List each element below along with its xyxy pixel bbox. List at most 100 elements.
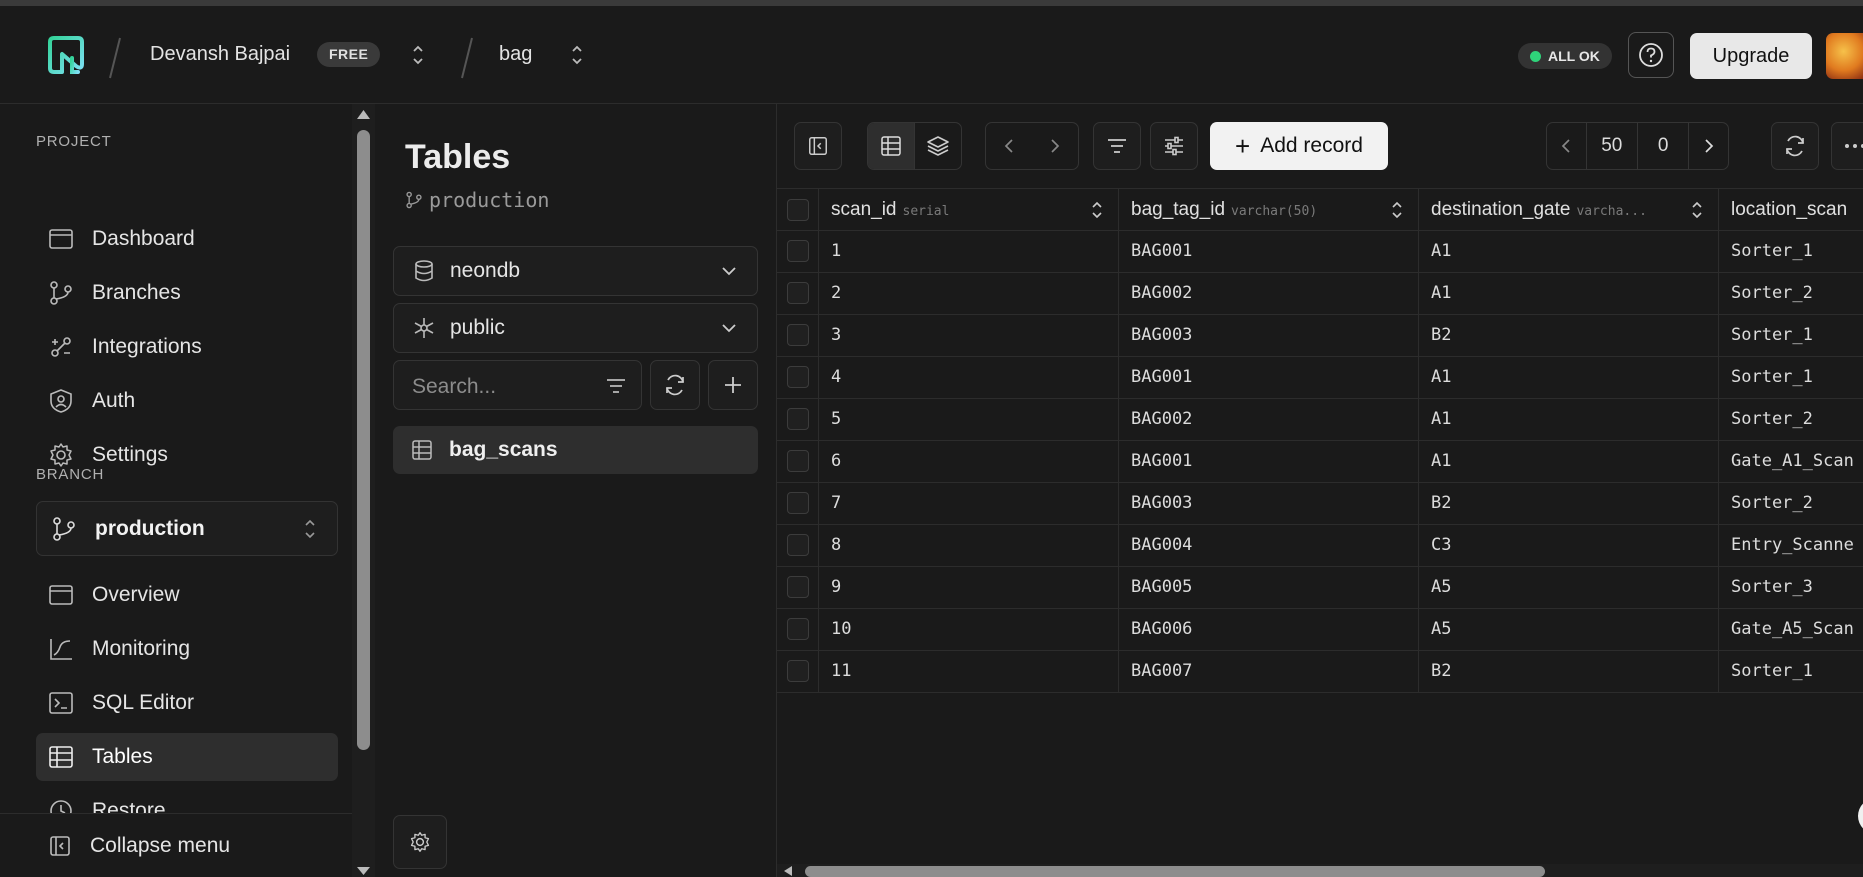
table-cell-scan-id[interactable]: 8: [819, 524, 1119, 566]
back-button[interactable]: [986, 123, 1032, 169]
table-row[interactable]: 4 BAG001 A1 Sorter_1: [777, 356, 1863, 399]
avatar[interactable]: [1826, 33, 1863, 79]
row-checkbox[interactable]: [786, 492, 809, 514]
table-cell-location-scan[interactable]: Gate_A1_Scan: [1719, 440, 1863, 482]
table-cell-location-scan[interactable]: Gate_A5_Scan: [1719, 608, 1863, 650]
sidebar-scrollbar[interactable]: [352, 104, 375, 877]
scroll-up-arrow-icon[interactable]: [356, 108, 371, 120]
filter-button[interactable]: [1093, 122, 1141, 170]
grid-view-button[interactable]: [868, 123, 914, 169]
sort-icon[interactable]: [1390, 201, 1404, 219]
table-cell-destination-gate[interactable]: B2: [1419, 482, 1719, 524]
table-cell-location-scan[interactable]: Sorter_2: [1719, 398, 1863, 440]
sidebar-item-sql-editor[interactable]: SQL Editor: [36, 679, 338, 727]
status-badge[interactable]: ALL OK: [1518, 43, 1612, 69]
add-table-button[interactable]: [708, 360, 758, 410]
table-cell-bag-tag-id[interactable]: BAG001: [1119, 440, 1419, 482]
table-cell-location-scan[interactable]: Sorter_1: [1719, 650, 1863, 692]
columns-settings-button[interactable]: [1150, 122, 1198, 170]
table-cell-bag-tag-id[interactable]: BAG001: [1119, 356, 1419, 398]
table-cell-scan-id[interactable]: 6: [819, 440, 1119, 482]
filter-icon[interactable]: [605, 375, 627, 397]
sort-icon[interactable]: [1090, 201, 1104, 219]
column-header-bag-tag-id[interactable]: bag_tag_id varchar(50): [1119, 188, 1419, 230]
table-cell-scan-id[interactable]: 4: [819, 356, 1119, 398]
forward-button[interactable]: [1032, 123, 1078, 169]
table-row[interactable]: 11 BAG007 B2 Sorter_1: [777, 650, 1863, 693]
table-cell-location-scan[interactable]: Sorter_1: [1719, 230, 1863, 272]
table-cell-location-scan[interactable]: Sorter_1: [1719, 314, 1863, 356]
sidebar-item-tables[interactable]: Tables: [36, 733, 338, 781]
row-checkbox[interactable]: [786, 366, 809, 388]
upgrade-button[interactable]: Upgrade: [1690, 33, 1812, 79]
table-cell-location-scan[interactable]: Entry_Scanne: [1719, 524, 1863, 566]
grid-scrollbar-thumb[interactable]: [805, 866, 1545, 877]
table-cell-destination-gate[interactable]: C3: [1419, 524, 1719, 566]
table-cell-scan-id[interactable]: 3: [819, 314, 1119, 356]
sidebar-item-monitoring[interactable]: Monitoring: [36, 625, 338, 673]
offset-field[interactable]: 0: [1637, 123, 1688, 169]
row-checkbox[interactable]: [786, 240, 809, 262]
row-checkbox[interactable]: [786, 408, 809, 430]
table-cell-bag-tag-id[interactable]: BAG006: [1119, 608, 1419, 650]
table-row[interactable]: 5 BAG002 A1 Sorter_2: [777, 398, 1863, 441]
table-row[interactable]: 8 BAG004 C3 Entry_Scanne: [777, 524, 1863, 567]
table-cell-scan-id[interactable]: 1: [819, 230, 1119, 272]
table-row[interactable]: 3 BAG003 B2 Sorter_1: [777, 314, 1863, 357]
table-row[interactable]: 6 BAG001 A1 Gate_A1_Scan: [777, 440, 1863, 483]
table-cell-destination-gate[interactable]: A1: [1419, 272, 1719, 314]
sidebar-scrollbar-thumb[interactable]: [357, 130, 370, 750]
sort-icon[interactable]: [1690, 201, 1704, 219]
floating-action-button[interactable]: [1858, 798, 1863, 834]
column-header-destination-gate[interactable]: destination_gate varcha...: [1419, 188, 1719, 230]
add-record-button[interactable]: + Add record: [1210, 122, 1388, 170]
table-cell-location-scan[interactable]: Sorter_1: [1719, 356, 1863, 398]
collapse-menu-button[interactable]: Collapse menu: [0, 813, 352, 877]
row-checkbox[interactable]: [786, 450, 809, 472]
row-checkbox[interactable]: [786, 576, 809, 598]
table-cell-scan-id[interactable]: 9: [819, 566, 1119, 608]
sidebar-item-auth[interactable]: Auth: [36, 377, 338, 425]
scroll-down-arrow-icon[interactable]: [356, 866, 371, 876]
org-name[interactable]: Devansh Bajpai: [150, 42, 290, 66]
table-cell-scan-id[interactable]: 7: [819, 482, 1119, 524]
table-cell-destination-gate[interactable]: A5: [1419, 566, 1719, 608]
table-cell-destination-gate[interactable]: A5: [1419, 608, 1719, 650]
table-cell-destination-gate[interactable]: B2: [1419, 314, 1719, 356]
table-row[interactable]: 9 BAG005 A5 Sorter_3: [777, 566, 1863, 609]
table-row[interactable]: 7 BAG003 B2 Sorter_2: [777, 482, 1863, 525]
scroll-left-arrow-icon[interactable]: [783, 866, 793, 876]
page-size-field[interactable]: 50: [1585, 123, 1637, 169]
row-checkbox[interactable]: [786, 660, 809, 682]
table-cell-destination-gate[interactable]: A1: [1419, 440, 1719, 482]
branch-selector[interactable]: production: [36, 501, 338, 556]
table-cell-bag-tag-id[interactable]: BAG002: [1119, 272, 1419, 314]
table-row[interactable]: 1 BAG001 A1 Sorter_1: [777, 230, 1863, 273]
refresh-tables-button[interactable]: [650, 360, 700, 410]
table-row[interactable]: 2 BAG002 A1 Sorter_2: [777, 272, 1863, 315]
table-cell-bag-tag-id[interactable]: BAG001: [1119, 230, 1419, 272]
table-cell-bag-tag-id[interactable]: BAG002: [1119, 398, 1419, 440]
help-button[interactable]: [1628, 32, 1674, 78]
table-cell-scan-id[interactable]: 10: [819, 608, 1119, 650]
table-cell-bag-tag-id[interactable]: BAG003: [1119, 482, 1419, 524]
table-list-item-bag-scans[interactable]: bag_scans: [393, 426, 758, 474]
tables-settings-button[interactable]: [393, 815, 447, 869]
schema-select[interactable]: public: [393, 303, 758, 353]
refresh-grid-button[interactable]: [1771, 122, 1819, 170]
org-switcher-chevron-icon[interactable]: [411, 42, 425, 68]
table-cell-bag-tag-id[interactable]: BAG003: [1119, 314, 1419, 356]
row-checkbox[interactable]: [786, 618, 809, 640]
row-checkbox[interactable]: [786, 324, 809, 346]
neon-logo-icon[interactable]: [46, 36, 86, 76]
table-cell-location-scan[interactable]: Sorter_2: [1719, 482, 1863, 524]
sidebar-item-dashboard[interactable]: Dashboard: [36, 215, 338, 263]
more-options-button[interactable]: [1831, 122, 1863, 170]
sidebar-item-branches[interactable]: Branches: [36, 269, 338, 317]
grid-horizontal-scrollbar[interactable]: [777, 864, 1863, 877]
row-checkbox[interactable]: [786, 282, 809, 304]
column-header-location-scan[interactable]: location_scan: [1719, 188, 1863, 230]
sidebar-item-overview[interactable]: Overview: [36, 571, 338, 619]
table-cell-bag-tag-id[interactable]: BAG004: [1119, 524, 1419, 566]
table-cell-bag-tag-id[interactable]: BAG007: [1119, 650, 1419, 692]
